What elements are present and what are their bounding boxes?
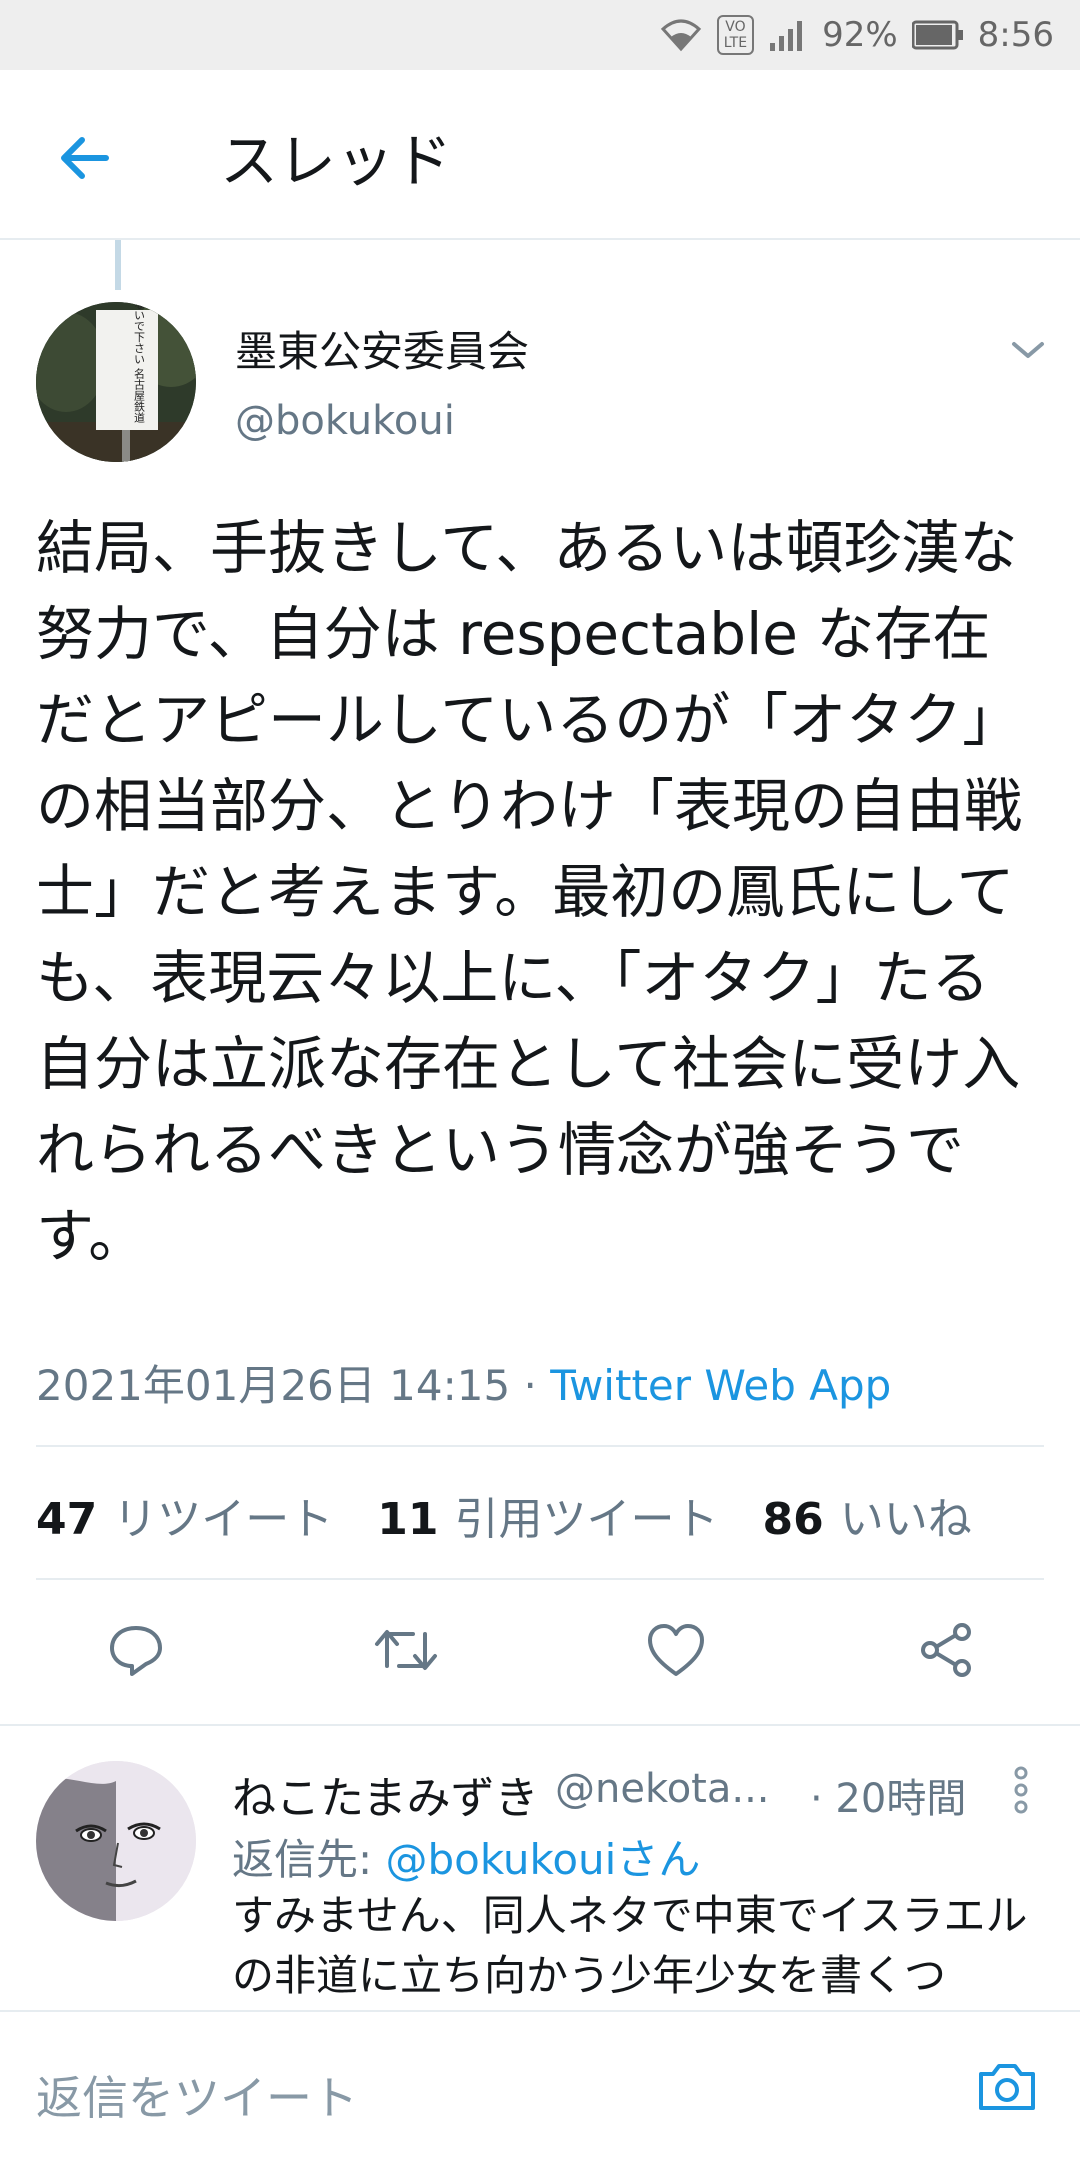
reply-more-button[interactable] xyxy=(1006,1762,1036,1818)
page-title: スレッド xyxy=(220,127,453,195)
author-handle[interactable]: @bokukoui xyxy=(235,398,455,444)
svg-text:線路内を耕作しないで下さい 名古屋鉄道: 線路内を耕作しないで下さい 名古屋鉄道 xyxy=(133,302,146,423)
author-avatar[interactable]: 線路内を耕作しないで下さい 名古屋鉄道 xyxy=(36,302,196,462)
reply-time: · 20時間 xyxy=(810,1776,967,1822)
reply-to-line: 返信先: @bokukouiさん xyxy=(232,1835,701,1884)
share-icon xyxy=(921,1623,971,1677)
tweet-stats: 47 リツイート 11 引用ツイート 86 いいね xyxy=(36,1483,972,1547)
author-name[interactable]: 墨東公安委員会 xyxy=(235,318,529,379)
reply-input-placeholder[interactable]: 返信をツイート xyxy=(36,2062,358,2128)
reply-compose-bar[interactable]: 返信をツイート xyxy=(0,2010,1080,2162)
more-vertical-icon xyxy=(1014,1766,1028,1814)
reply-button[interactable] xyxy=(98,1612,174,1688)
reply-icon xyxy=(110,1626,162,1676)
likes-stat[interactable]: 86 いいね xyxy=(762,1483,971,1547)
reply-author-handle[interactable]: @nekota... xyxy=(555,1766,770,1812)
source-app-link[interactable]: Twitter Web App xyxy=(550,1361,891,1410)
retweets-stat[interactable]: 47 リツイート xyxy=(36,1483,333,1547)
clock: 8:56 xyxy=(977,15,1054,55)
reply-tweet[interactable]: ねこたまみずき @nekota... · 20時間 返信先: @bokukoui… xyxy=(0,1724,1080,2012)
signal-icon xyxy=(768,17,808,53)
reply-to-handle-link[interactable]: @bokukouiさん xyxy=(386,1835,701,1884)
battery-icon xyxy=(911,20,964,50)
like-button[interactable] xyxy=(638,1612,714,1688)
heart-icon xyxy=(648,1624,704,1676)
chevron-down-icon xyxy=(1012,342,1044,358)
tweet-text: 結局、手抜きして、あるいは頓珍漢な努力で、自分は respectable な存在… xyxy=(36,514,1023,1270)
thread-connector-line xyxy=(115,240,121,290)
retweet-icon xyxy=(375,1630,437,1670)
tweet-meta: 2021年01月26日 14:15 · Twitter Web App xyxy=(36,1352,891,1413)
sign-photo-image: 線路内を耕作しないで下さい 名古屋鉄道 xyxy=(36,302,196,462)
back-arrow-icon xyxy=(61,137,109,179)
volte-icon: VO LTE xyxy=(716,15,755,55)
tweet-action-bar xyxy=(0,1580,1080,1720)
retweet-button[interactable] xyxy=(368,1612,444,1688)
battery-percent: 92% xyxy=(822,15,898,55)
tweet-options-button[interactable] xyxy=(1006,328,1050,372)
back-button[interactable] xyxy=(48,122,120,194)
illustrated-face-image xyxy=(36,1761,196,1921)
meta-separator: · xyxy=(523,1361,537,1410)
reply-author-name[interactable]: ねこたまみずき xyxy=(232,1762,539,1826)
top-bar: スレッド xyxy=(0,70,1080,240)
share-button[interactable] xyxy=(908,1612,984,1688)
status-bar: VO LTE 92% 8:56 xyxy=(0,0,1080,70)
camera-icon xyxy=(979,2064,1035,2110)
wifi-icon xyxy=(659,15,703,55)
tweet-timestamp: 2021年01月26日 14:15 xyxy=(36,1361,511,1410)
divider xyxy=(36,1445,1044,1447)
reply-text: すみません、同人ネタで中東でイスラエルの非道に立ち向かう少年少女を書くつ xyxy=(232,1891,1028,2000)
camera-button[interactable] xyxy=(972,2057,1042,2117)
reply-author-avatar[interactable] xyxy=(36,1761,196,1921)
quotes-stat[interactable]: 11 引用ツイート xyxy=(377,1483,718,1547)
